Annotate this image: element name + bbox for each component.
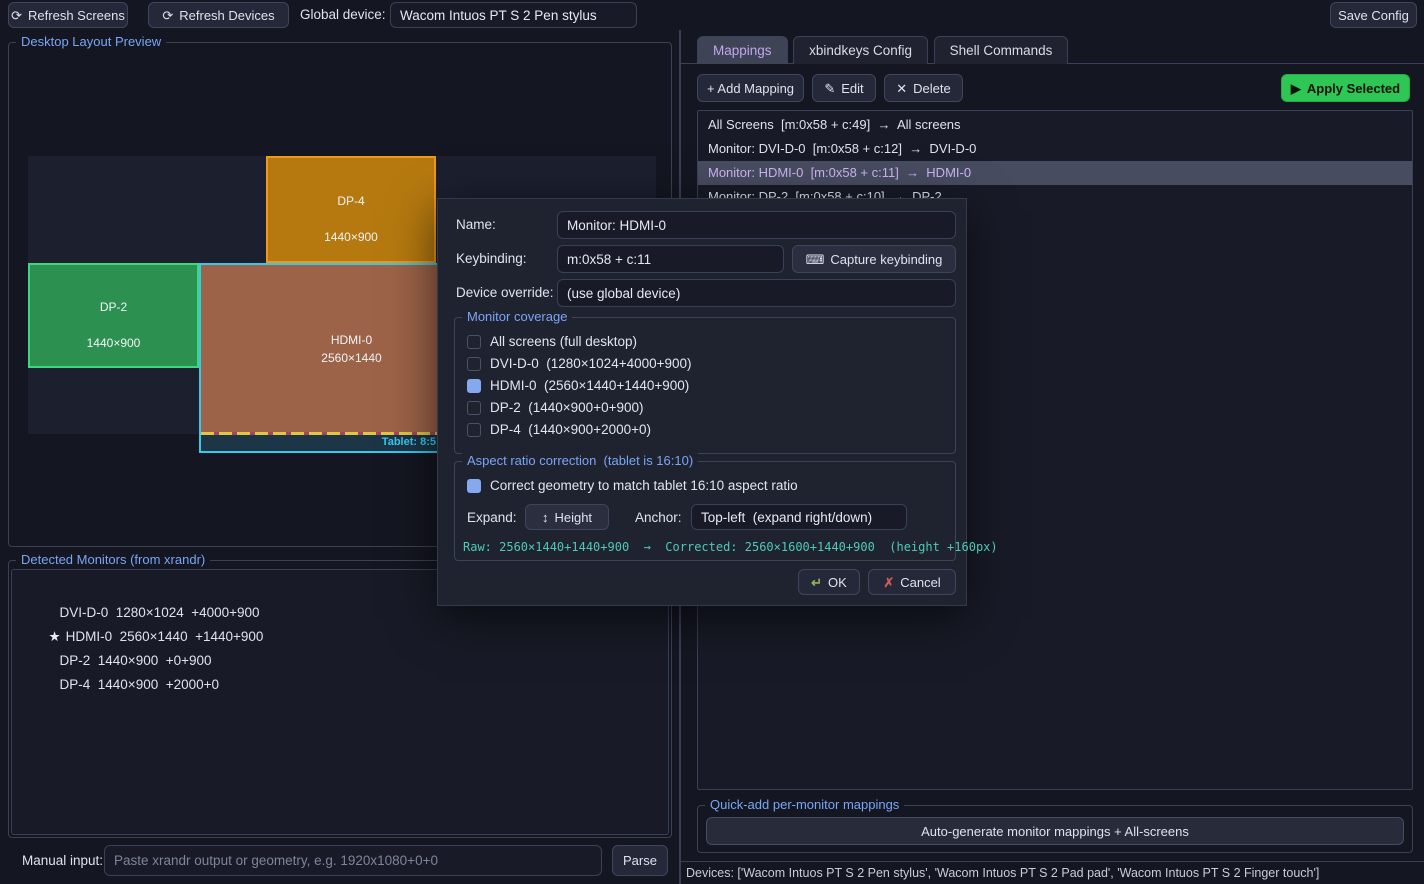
ok-button[interactable]: ↵ OK xyxy=(798,569,860,595)
anchor-label: Anchor: xyxy=(635,504,682,532)
mapping-row[interactable]: All Screens [m:0x58 + c:49] → All screen… xyxy=(698,113,1412,137)
coverage-hdmi0-checkbox[interactable] xyxy=(467,379,481,393)
monitor-coverage-legend: Monitor coverage xyxy=(462,309,572,325)
cancel-x-icon: ✗ xyxy=(883,576,894,589)
parse-button[interactable]: Parse xyxy=(612,845,668,876)
manual-xrandr-input[interactable] xyxy=(104,845,602,876)
monitor-rect-dp2: DP-2 1440×900 xyxy=(28,263,199,368)
quick-add-legend: Quick-add per-monitor mappings xyxy=(705,797,904,813)
refresh-icon: ⟳ xyxy=(11,9,22,22)
edit-icon: ✎ xyxy=(824,82,835,95)
add-mapping-label: + Add Mapping xyxy=(707,81,794,96)
coverage-dvid0-label: DVI-D-0 (1280×1024+4000+900) xyxy=(490,356,692,371)
apply-selected-button[interactable]: ▶ Apply Selected xyxy=(1281,74,1410,102)
aspect-ratio-legend: Aspect ratio correction (tablet is 16:10… xyxy=(462,453,698,469)
delete-mapping-button[interactable]: ✕ Delete xyxy=(884,74,963,102)
mapping-row-selected[interactable]: Monitor: HDMI-0 [m:0x58 + c:11] → HDMI-0 xyxy=(698,161,1412,185)
correct-geometry-checkbox[interactable] xyxy=(467,479,481,493)
coverage-all-screens-label: All screens (full desktop) xyxy=(490,334,637,349)
desktop-layout-preview-legend: Desktop Layout Preview xyxy=(16,34,166,50)
mapping-editor-dialog: Name: Keybinding: ⌨ Capture keybinding D… xyxy=(437,198,967,606)
device-override-label: Device override: xyxy=(456,279,554,307)
mapping-row[interactable]: Monitor: DVI-D-0 [m:0x58 + c:12] → DVI-D… xyxy=(698,137,1412,161)
aspect-ratio-group: Aspect ratio correction (tablet is 16:10… xyxy=(454,461,956,561)
monitor-coverage-group: Monitor coverage All screens (full deskt… xyxy=(454,317,956,454)
global-device-label: Global device: xyxy=(300,0,386,30)
delete-mapping-label: Delete xyxy=(913,81,951,96)
anchor-select[interactable] xyxy=(691,504,907,530)
raw-corrected-readout: Raw: 2560×1440+1440+900 → Corrected: 256… xyxy=(463,540,998,554)
expand-mode-label: Height xyxy=(554,510,592,525)
keybinding-label: Keybinding: xyxy=(456,245,527,273)
detected-monitors-list: DVI-D-0 1280×1024 +4000+900 ★HDMI-0 2560… xyxy=(11,569,669,835)
auto-generate-mappings-label: Auto-generate monitor mappings + All-scr… xyxy=(921,824,1189,839)
coverage-dp2-label: DP-2 (1440×900+0+900) xyxy=(490,400,644,415)
play-icon: ▶ xyxy=(1291,82,1301,95)
auto-generate-mappings-button[interactable]: Auto-generate monitor mappings + All-scr… xyxy=(706,817,1404,845)
save-config-label: Save Config xyxy=(1338,8,1409,23)
manual-input-row: Manual input: Parse xyxy=(0,845,679,877)
monitor-rect-hdmi0-label: HDMI-0 2560×1440 xyxy=(321,331,381,367)
cancel-button[interactable]: ✗ Cancel xyxy=(868,569,956,595)
tab-xbindkeys-config[interactable]: xbindkeys Config xyxy=(793,36,928,64)
tablet-ratio-label: Tablet: 8:5 xyxy=(382,436,436,448)
tab-bar: Mappings xbindkeys Config Shell Commands xyxy=(681,36,1424,64)
name-label: Name: xyxy=(456,211,496,239)
top-toolbar: ⟳ Refresh Screens ⟳ Refresh Devices Glob… xyxy=(0,0,1424,30)
monitor-rect-dp4: DP-4 1440×900 xyxy=(266,156,436,263)
refresh-devices-label: Refresh Devices xyxy=(179,8,274,23)
capture-keybinding-label: Capture keybinding xyxy=(830,252,942,267)
tab-mappings[interactable]: Mappings xyxy=(697,36,788,64)
mappings-toolbar: + Add Mapping ✎ Edit ✕ Delete ▶ Apply Se… xyxy=(681,74,1424,102)
detected-monitors-legend: Detected Monitors (from xrandr) xyxy=(16,552,210,568)
edit-mapping-label: Edit xyxy=(841,81,863,96)
global-device-input[interactable] xyxy=(390,2,637,28)
devices-status-bar: Devices: ['Wacom Intuos PT S 2 Pen stylu… xyxy=(681,861,1424,884)
save-config-button[interactable]: Save Config xyxy=(1330,2,1417,28)
add-mapping-button[interactable]: + Add Mapping xyxy=(697,74,804,102)
keyboard-icon: ⌨ xyxy=(806,253,825,266)
cancel-label: Cancel xyxy=(900,575,940,590)
refresh-screens-label: Refresh Screens xyxy=(28,8,125,23)
edit-mapping-button[interactable]: ✎ Edit xyxy=(812,74,876,102)
name-input[interactable] xyxy=(557,211,956,239)
ok-return-icon: ↵ xyxy=(811,576,822,589)
refresh-icon: ⟳ xyxy=(162,9,173,22)
coverage-dp4-label: DP-4 (1440×900+2000+0) xyxy=(490,422,651,437)
coverage-dvid0-checkbox[interactable] xyxy=(467,357,481,371)
parse-label: Parse xyxy=(623,853,657,868)
coverage-hdmi0-label: HDMI-0 (2560×1440+1440+900) xyxy=(490,378,689,393)
capture-keybinding-button[interactable]: ⌨ Capture keybinding xyxy=(792,245,956,273)
coverage-dp2-checkbox[interactable] xyxy=(467,401,481,415)
correct-geometry-label: Correct geometry to match tablet 16:10 a… xyxy=(490,478,798,493)
expand-mode-button[interactable]: ↕ Height xyxy=(525,504,609,530)
tab-shell-commands[interactable]: Shell Commands xyxy=(934,36,1069,64)
manual-input-label: Manual input: xyxy=(22,845,103,876)
keybinding-input[interactable] xyxy=(557,245,784,273)
primary-star-icon: ★ xyxy=(49,629,61,644)
coverage-all-screens-checkbox[interactable] xyxy=(467,335,481,349)
apply-selected-label: Apply Selected xyxy=(1307,81,1400,96)
device-override-input[interactable] xyxy=(557,279,956,307)
delete-icon: ✕ xyxy=(896,82,907,95)
coverage-dp4-checkbox[interactable] xyxy=(467,423,481,437)
updown-arrow-icon: ↕ xyxy=(542,511,549,524)
expand-label: Expand: xyxy=(467,504,517,532)
quick-add-group: Quick-add per-monitor mappings Auto-gene… xyxy=(697,805,1413,853)
monitor-rect-dp4-label: DP-4 1440×900 xyxy=(324,174,378,246)
ok-label: OK xyxy=(828,575,847,590)
monitor-rect-dp2-label: DP-2 1440×900 xyxy=(87,280,141,352)
refresh-screens-button[interactable]: ⟳ Refresh Screens xyxy=(8,2,128,28)
refresh-devices-button[interactable]: ⟳ Refresh Devices xyxy=(148,2,289,28)
